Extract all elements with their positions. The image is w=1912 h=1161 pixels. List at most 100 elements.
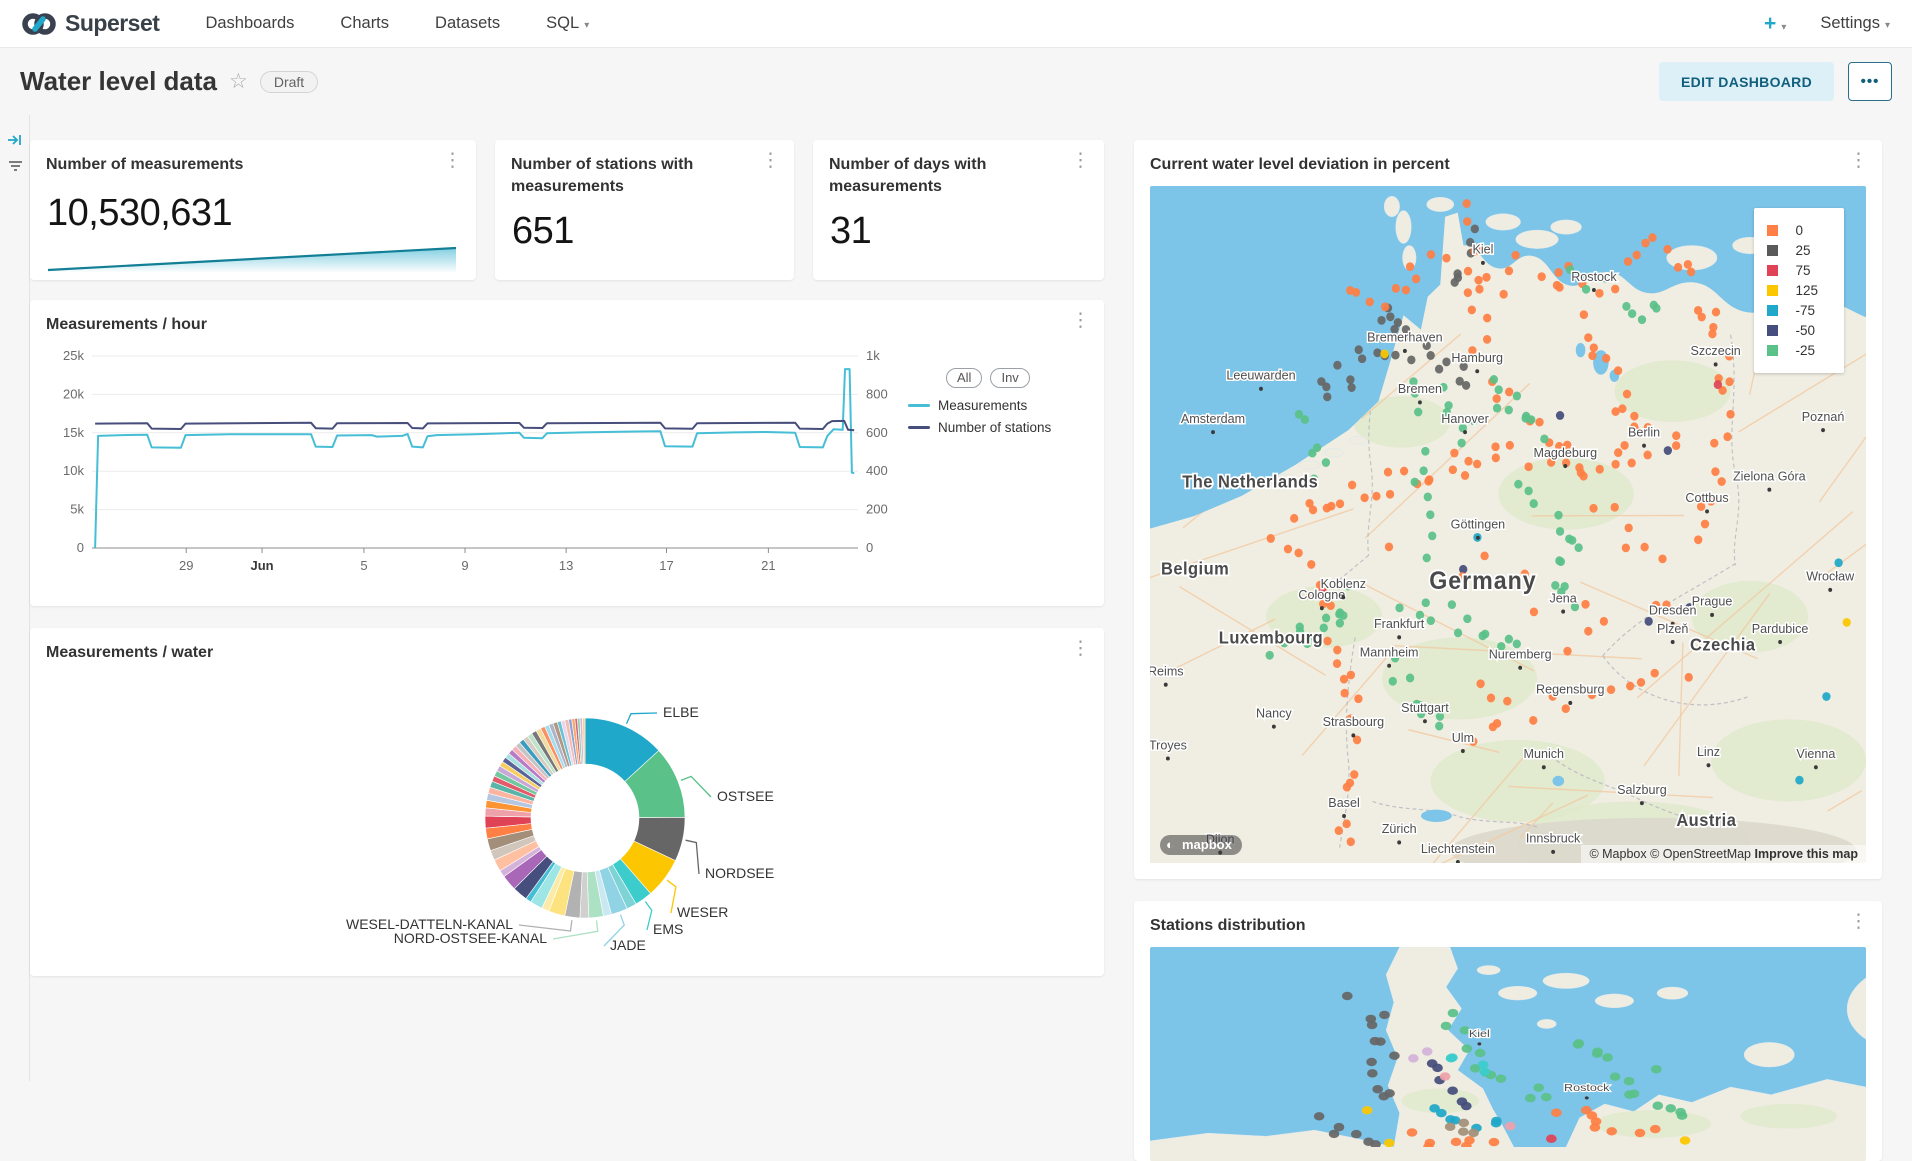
legend-value-label: -25 bbox=[1795, 343, 1815, 358]
map-label: Germany bbox=[1429, 567, 1536, 595]
kebab-menu-icon[interactable]: ⋮ bbox=[1849, 154, 1868, 168]
kpi-title: Number of days with measurements bbox=[829, 154, 1059, 197]
map-label: Dresden bbox=[1649, 602, 1697, 617]
svg-text:20k: 20k bbox=[63, 386, 84, 401]
nav-links: Dashboards Charts Datasets SQL▾ bbox=[205, 14, 589, 33]
filter-bar-collapsed bbox=[0, 115, 30, 1081]
nav-charts[interactable]: Charts bbox=[340, 14, 389, 33]
map-legend-item[interactable]: -50 bbox=[1767, 323, 1818, 338]
improve-map-link[interactable]: Improve this map bbox=[1755, 847, 1859, 861]
svg-text:15k: 15k bbox=[63, 425, 84, 440]
map-legend-item[interactable]: 0 bbox=[1767, 223, 1818, 238]
map-label: Prague bbox=[1692, 593, 1733, 608]
map-label: Regensburg bbox=[1536, 681, 1604, 696]
svg-text:25k: 25k bbox=[63, 348, 84, 363]
legend-value-label: -75 bbox=[1795, 303, 1815, 318]
deviation-map-card: Current water level deviation in percent… bbox=[1134, 140, 1882, 879]
page-title: Water level data bbox=[20, 66, 217, 97]
kebab-menu-icon[interactable]: ⋮ bbox=[1071, 642, 1090, 656]
water-donut-chart[interactable]: ELBEOSTSEENORDSEEWESEREMSJADENORD-OSTSEE… bbox=[280, 668, 860, 968]
kpi-value: 31 bbox=[830, 210, 871, 253]
svg-text:29: 29 bbox=[179, 558, 193, 573]
dashboard-header: Water level data ☆ Draft EDIT DASHBOARD … bbox=[0, 48, 1912, 115]
legend-inv-button[interactable]: Inv bbox=[990, 368, 1029, 388]
map-label: Frankfurt bbox=[1374, 616, 1425, 631]
map-label: Austria bbox=[1676, 810, 1736, 830]
svg-text:13: 13 bbox=[559, 558, 573, 573]
settings-menu[interactable]: Settings▾ bbox=[1820, 14, 1890, 33]
nav-sql[interactable]: SQL▾ bbox=[546, 14, 589, 33]
map-legend-item[interactable]: 125 bbox=[1767, 283, 1818, 298]
kebab-menu-icon[interactable]: ⋮ bbox=[1071, 154, 1090, 168]
map-label: Innsbruck bbox=[1526, 830, 1581, 845]
map-label: Jena bbox=[1550, 590, 1578, 605]
map-label: Hamburg bbox=[1451, 350, 1503, 365]
chevron-down-icon: ▾ bbox=[1781, 22, 1786, 33]
donut-label: EMS bbox=[653, 921, 683, 937]
edit-dashboard-button[interactable]: EDIT DASHBOARD bbox=[1659, 62, 1834, 101]
donut-label: NORD-OSTSEE-KANAL bbox=[394, 930, 547, 946]
map-legend-item[interactable]: -25 bbox=[1767, 343, 1818, 358]
series-number-of-stations bbox=[95, 421, 854, 430]
mapbox-logo[interactable]: mapbox bbox=[1160, 835, 1242, 855]
map-label: Bremen bbox=[1398, 381, 1442, 396]
map-label: Mannheim bbox=[1360, 644, 1419, 659]
nav-datasets[interactable]: Datasets bbox=[435, 14, 500, 33]
legend-swatch bbox=[908, 404, 930, 407]
kebab-menu-icon[interactable]: ⋮ bbox=[1071, 314, 1090, 328]
map-label: Plzeň bbox=[1657, 620, 1688, 635]
map-label: Zürich bbox=[1382, 821, 1417, 836]
legend-item-stations[interactable]: Number of stations bbox=[908, 420, 1086, 435]
favorite-star-icon[interactable]: ☆ bbox=[229, 69, 248, 94]
kebab-menu-icon[interactable]: ⋮ bbox=[1849, 915, 1868, 929]
map-legend-item[interactable]: 75 bbox=[1767, 263, 1818, 278]
legend-all-button[interactable]: All bbox=[946, 368, 982, 388]
kebab-menu-icon[interactable]: ⋮ bbox=[761, 154, 780, 168]
top-navbar: Superset Dashboards Charts Datasets SQL▾… bbox=[0, 0, 1912, 48]
nav-dashboards[interactable]: Dashboards bbox=[205, 14, 294, 33]
map-label: Szczecin bbox=[1690, 343, 1740, 358]
svg-text:1k: 1k bbox=[866, 348, 880, 363]
svg-text:Jun: Jun bbox=[250, 558, 273, 573]
map-label: Kiel bbox=[1472, 241, 1493, 256]
stations-map-canvas[interactable]: KielRostock bbox=[1150, 947, 1866, 1147]
map-label: Zielona Góra bbox=[1733, 468, 1806, 483]
superset-logo[interactable]: Superset bbox=[22, 9, 159, 39]
map-label: Pardubice bbox=[1752, 620, 1809, 635]
svg-text:17: 17 bbox=[659, 558, 673, 573]
map-label: Stuttgart bbox=[1401, 700, 1449, 715]
kpi-title: Number of measurements bbox=[46, 154, 243, 176]
donut-label: NORDSEE bbox=[705, 865, 774, 881]
more-options-button[interactable]: ••• bbox=[1848, 62, 1892, 101]
legend-value-label: 25 bbox=[1795, 243, 1810, 258]
map-label: Rostock bbox=[1564, 1083, 1610, 1094]
new-item-button[interactable]: +▾ bbox=[1764, 12, 1786, 36]
donut-label: ELBE bbox=[663, 704, 699, 720]
map-legend-item[interactable]: 25 bbox=[1767, 243, 1818, 258]
kpi-sparkline bbox=[46, 240, 460, 274]
legend-value-label: 125 bbox=[1795, 283, 1818, 298]
map-label: Ulm bbox=[1452, 729, 1474, 744]
chevron-down-icon: ▾ bbox=[1885, 20, 1890, 31]
map-label: Salzburg bbox=[1617, 782, 1667, 797]
filter-icon[interactable] bbox=[0, 153, 30, 179]
chart-legend: All Inv Measurements Number of stations bbox=[908, 342, 1086, 602]
deviation-map[interactable]: LeeuwardenAmsterdamBremerhavenBremenHamb… bbox=[1150, 186, 1866, 863]
svg-text:0: 0 bbox=[866, 540, 873, 555]
series-measurements bbox=[95, 369, 854, 548]
map-legend-item[interactable]: -75 bbox=[1767, 303, 1818, 318]
donut-label: WESER bbox=[677, 904, 728, 920]
map-label: Linz bbox=[1697, 744, 1720, 759]
stations-map[interactable]: KielRostock bbox=[1150, 947, 1866, 1161]
map-label: Rostock bbox=[1571, 268, 1617, 283]
legend-color-swatch bbox=[1767, 285, 1778, 296]
hour-line-chart[interactable]: 005k20010k40015k60020k80025k1k29Jun59131… bbox=[38, 342, 908, 594]
kebab-menu-icon[interactable]: ⋮ bbox=[443, 154, 462, 168]
kpi-card-days: Number of days with measurements ⋮ 31 bbox=[813, 140, 1104, 280]
expand-filter-bar-icon[interactable] bbox=[0, 127, 30, 153]
kpi-value: 10,530,631 bbox=[47, 192, 232, 235]
chart-title: Stations distribution bbox=[1150, 915, 1306, 937]
legend-item-measurements[interactable]: Measurements bbox=[908, 398, 1086, 413]
map-label: The Netherlands bbox=[1182, 472, 1318, 492]
legend-swatch bbox=[908, 426, 930, 429]
